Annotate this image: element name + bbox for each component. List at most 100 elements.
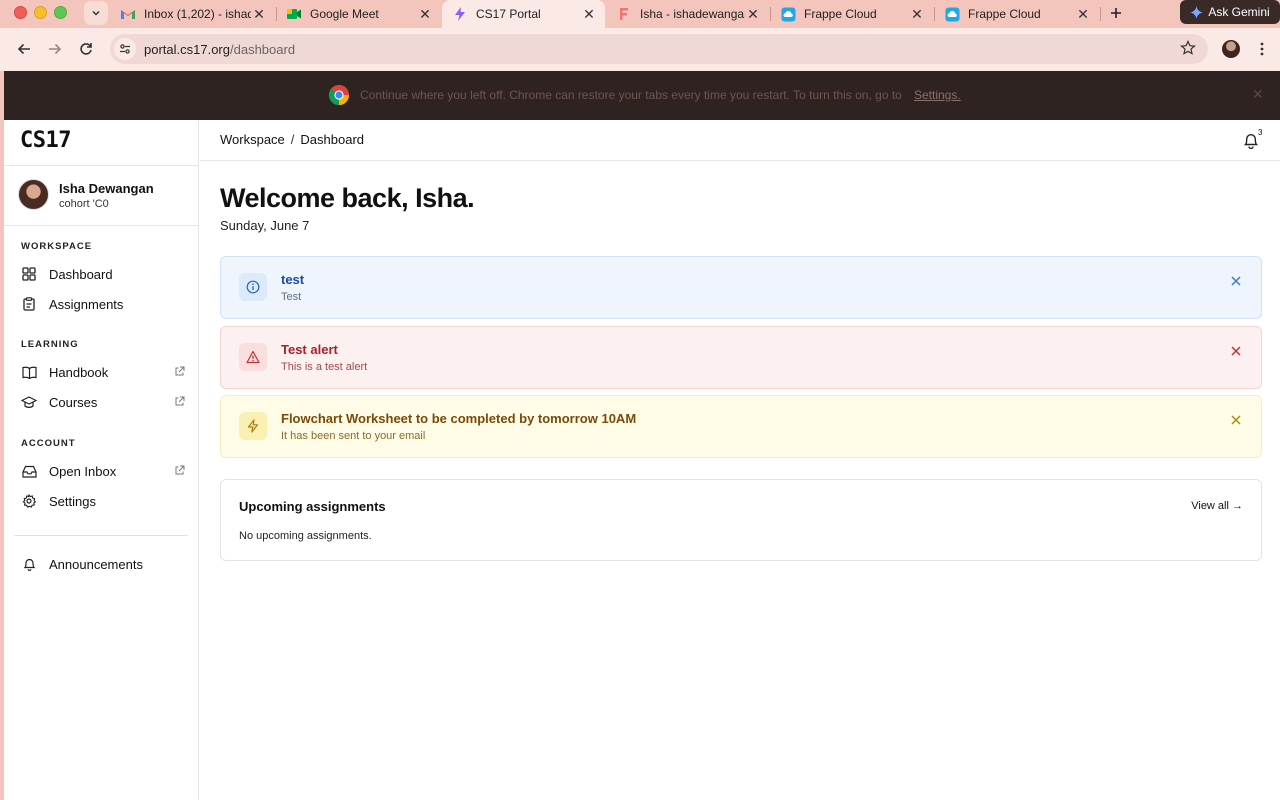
chrome-logo-icon bbox=[328, 84, 350, 106]
close-icon[interactable] bbox=[1229, 413, 1243, 427]
sidebar-item-label: Courses bbox=[49, 394, 98, 410]
frappe-cloud-icon bbox=[780, 6, 796, 22]
book-icon bbox=[21, 364, 37, 380]
close-icon[interactable]: ✕ bbox=[581, 6, 597, 22]
window-close-button[interactable] bbox=[14, 6, 27, 19]
graduation-cap-icon bbox=[21, 394, 37, 410]
user-cohort: cohort 'C0 bbox=[59, 198, 109, 210]
alert-body: It has been sent to your email bbox=[281, 430, 426, 442]
info-icon bbox=[239, 273, 267, 301]
browser-tab[interactable]: Frappe Cloud ✕ bbox=[770, 0, 933, 28]
browser-tab[interactable]: Inbox (1,202) - ishad ✕ bbox=[110, 0, 275, 28]
sidebar-item-open-inbox[interactable]: Open Inbox bbox=[14, 458, 189, 484]
sidebar-item-dashboard[interactable]: Dashboard bbox=[14, 261, 189, 287]
window-zoom-button[interactable] bbox=[54, 6, 67, 19]
infobar-message: Continue where you left off. Chrome can … bbox=[360, 88, 902, 102]
sidebar-item-label: Settings bbox=[49, 493, 96, 509]
new-tab-button[interactable] bbox=[1106, 3, 1126, 23]
url-path: /dashboard bbox=[230, 41, 296, 57]
notification-count-badge: 3 bbox=[1258, 128, 1263, 137]
upcoming-assignments-card: Upcoming assignments View all → No upcom… bbox=[220, 479, 1262, 561]
url-text: portal.cs17.org/dashboard bbox=[144, 42, 295, 57]
sidebar-item-courses[interactable]: Courses bbox=[14, 389, 189, 415]
restore-tabs-infobar: Continue where you left off. Chrome can … bbox=[4, 71, 1280, 120]
info-alert: test Test bbox=[220, 256, 1262, 319]
external-link-icon bbox=[174, 365, 185, 380]
close-icon[interactable]: ✕ bbox=[909, 6, 925, 22]
browser-toolbar: portal.cs17.org/dashboard bbox=[0, 28, 1280, 71]
tab-label: Frappe Cloud bbox=[968, 7, 1041, 21]
alert-title: Flowchart Worksheet to be completed by t… bbox=[281, 411, 637, 426]
bookmark-star-icon[interactable] bbox=[1180, 40, 1196, 61]
sidebar-item-label: Handbook bbox=[49, 364, 109, 380]
ask-gemini-button[interactable]: Ask Gemini bbox=[1180, 0, 1280, 24]
plus-icon bbox=[1111, 8, 1121, 18]
close-icon[interactable]: ✕ bbox=[1252, 86, 1264, 103]
chevron-down-icon bbox=[92, 10, 100, 16]
close-icon[interactable]: ✕ bbox=[417, 6, 433, 22]
view-all-link[interactable]: View all → bbox=[1191, 500, 1243, 512]
sidebar-item-label: Announcements bbox=[49, 556, 143, 572]
page-header: Workspace / Dashboard 3 bbox=[200, 120, 1280, 161]
inbox-icon bbox=[21, 463, 37, 479]
divider bbox=[4, 165, 199, 166]
empty-state-text: No upcoming assignments. bbox=[239, 530, 372, 542]
site-info-icon[interactable] bbox=[114, 38, 136, 60]
tab-label: Google Meet bbox=[310, 7, 379, 21]
sidebar-item-settings[interactable]: Settings bbox=[14, 488, 189, 514]
sidebar-item-handbook[interactable]: Handbook bbox=[14, 359, 189, 385]
bell-icon bbox=[21, 556, 37, 572]
reload-icon bbox=[80, 43, 92, 55]
gmail-icon bbox=[120, 6, 136, 22]
address-bar[interactable]: portal.cs17.org/dashboard bbox=[110, 34, 1208, 64]
gear-icon bbox=[21, 493, 37, 509]
forward-button[interactable] bbox=[43, 37, 67, 61]
user-name: Isha Dewangan bbox=[59, 181, 154, 196]
alert-body: Test bbox=[281, 291, 302, 303]
tab-label: CS17 Portal bbox=[476, 7, 541, 21]
browser-tab[interactable]: Isha - ishadewangan ✕ bbox=[606, 0, 769, 28]
browser-tab-active[interactable]: CS17 Portal ✕ bbox=[442, 0, 605, 28]
sidebar-item-assignments[interactable]: Assignments bbox=[14, 291, 189, 317]
avatar[interactable] bbox=[18, 179, 49, 210]
alert-title: Test alert bbox=[281, 342, 338, 357]
alert-body: This is a test alert bbox=[281, 361, 368, 373]
browser-tab[interactable]: Google Meet ✕ bbox=[276, 0, 441, 28]
tab-label: Isha - ishadewangan bbox=[640, 7, 745, 21]
portal-page: CS17 Isha Dewangan cohort 'C0 WORKSPACE … bbox=[4, 120, 1280, 800]
window-minimize-button[interactable] bbox=[34, 6, 47, 19]
close-icon[interactable]: ✕ bbox=[1075, 6, 1091, 22]
back-button[interactable] bbox=[12, 37, 36, 61]
breadcrumb-separator: / bbox=[290, 132, 295, 147]
tab-label: Inbox (1,202) - ishad bbox=[144, 7, 251, 21]
close-icon[interactable]: ✕ bbox=[251, 6, 267, 22]
clipboard-icon bbox=[21, 296, 37, 312]
sidebar-item-label: Dashboard bbox=[49, 266, 113, 282]
warning-triangle-icon bbox=[239, 343, 267, 371]
frappe-icon bbox=[616, 6, 632, 22]
card-title: Upcoming assignments bbox=[239, 499, 386, 514]
reload-button[interactable] bbox=[74, 37, 98, 61]
browser-menu-button[interactable] bbox=[1254, 40, 1270, 58]
google-meet-icon bbox=[286, 6, 302, 22]
url-host: portal.cs17.org bbox=[144, 41, 230, 57]
browser-tab[interactable]: Frappe Cloud ✕ bbox=[934, 0, 1099, 28]
sidebar-section-label: ACCOUNT bbox=[21, 438, 76, 449]
warning-alert: Flowchart Worksheet to be completed by t… bbox=[220, 395, 1262, 458]
profile-avatar[interactable] bbox=[1222, 40, 1240, 58]
sidebar-item-label: Open Inbox bbox=[49, 463, 117, 479]
close-icon[interactable] bbox=[1229, 344, 1243, 358]
ask-gemini-label: Ask Gemini bbox=[1208, 5, 1270, 19]
brand-logo[interactable]: CS17 bbox=[20, 128, 71, 153]
breadcrumb: Workspace / Dashboard bbox=[220, 132, 364, 147]
breadcrumb-workspace[interactable]: Workspace bbox=[220, 132, 285, 147]
tab-search-button[interactable] bbox=[84, 1, 108, 25]
external-link-icon bbox=[174, 395, 185, 410]
sidebar-item-announcements[interactable]: Announcements bbox=[14, 551, 189, 577]
external-link-icon bbox=[174, 464, 185, 479]
infobar-settings-link[interactable]: Settings. bbox=[914, 88, 961, 102]
arrow-left-icon bbox=[17, 43, 30, 55]
close-icon[interactable]: ✕ bbox=[745, 6, 761, 22]
browser-tab-strip: Inbox (1,202) - ishad ✕ Google Meet ✕ CS… bbox=[0, 0, 1280, 28]
close-icon[interactable] bbox=[1229, 274, 1243, 288]
